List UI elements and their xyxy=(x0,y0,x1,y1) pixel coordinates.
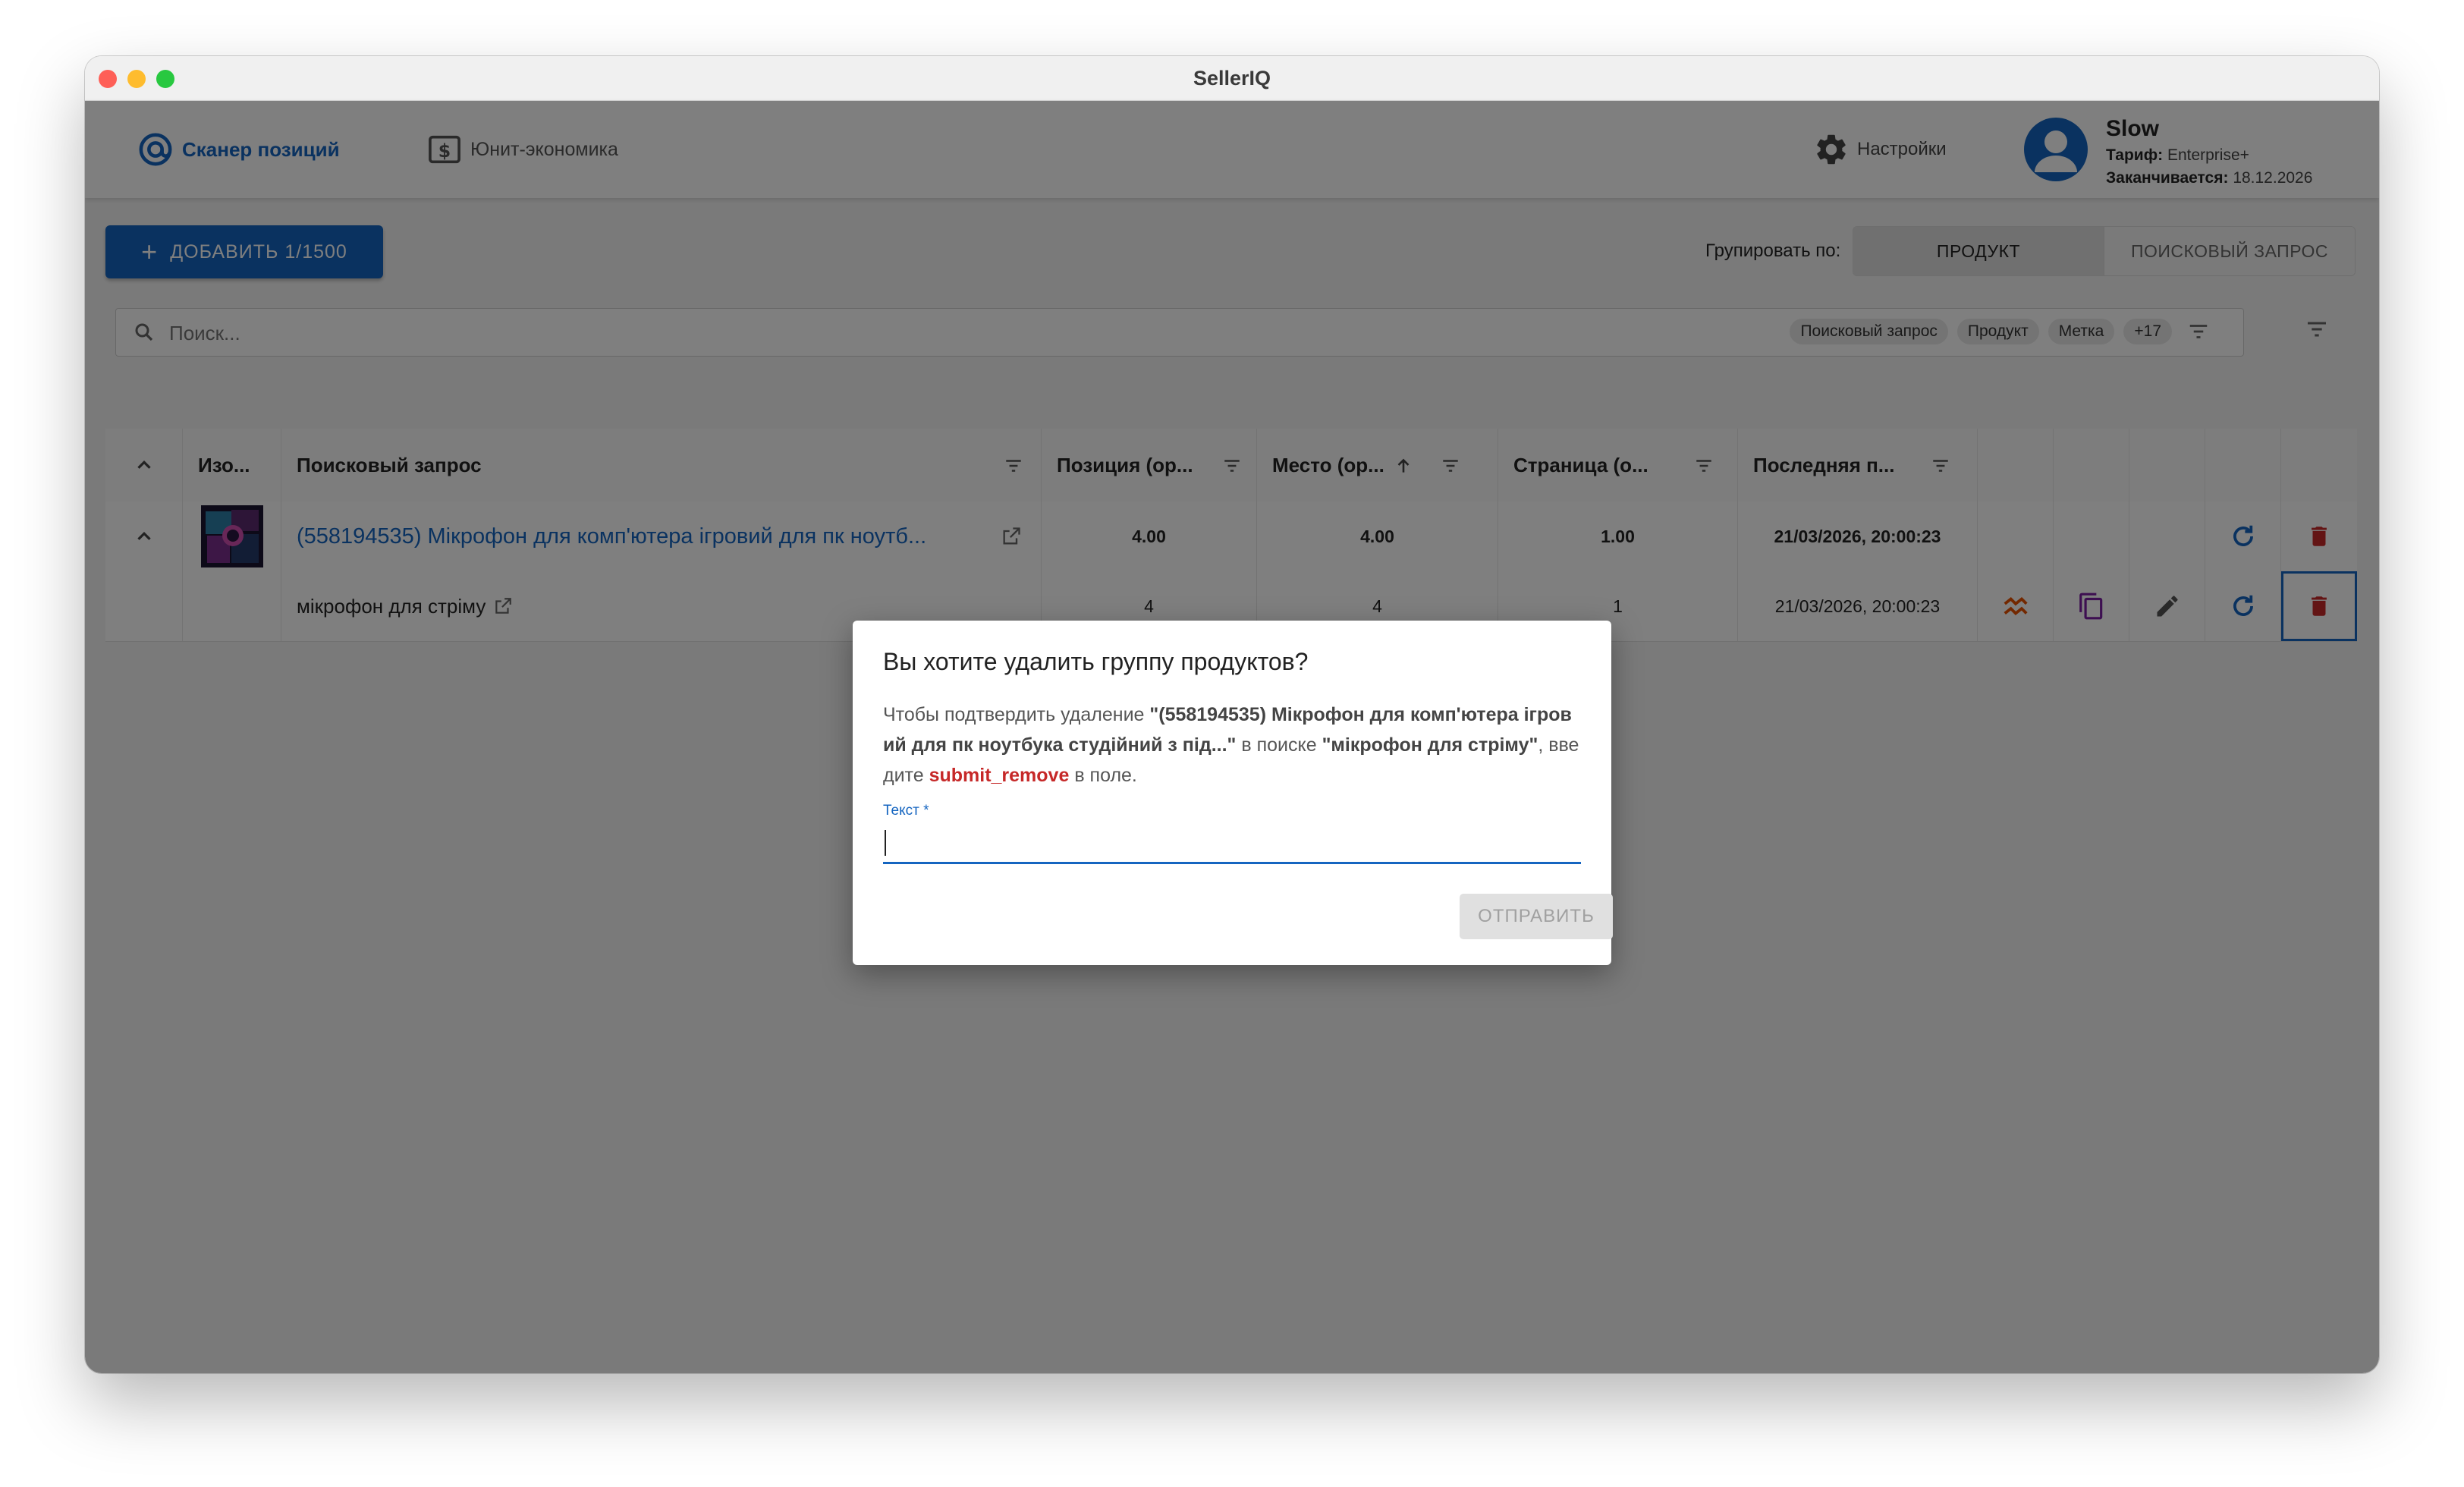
message-middle: в поиске xyxy=(1236,734,1322,756)
text-field-label: Текст * xyxy=(883,803,929,819)
window-title: SellerIQ xyxy=(1193,67,1271,90)
delete-confirm-dialog: Вы хотите удалить группу продуктов? Чтоб… xyxy=(853,621,1613,965)
app-content: Сканер позиций $ Юнит-экономика Настройк… xyxy=(85,101,2379,1373)
message-suffix: в поле. xyxy=(1069,765,1137,786)
message-prefix: Чтобы подтвердить удаление xyxy=(883,704,1150,725)
title-bar: SellerIQ xyxy=(85,56,2379,101)
app-window: SellerIQ Сканер позиций $ Юнит-экономика… xyxy=(85,56,2379,1373)
text-cursor xyxy=(885,830,886,856)
message-query: "мікрофон для стріму" xyxy=(1322,734,1538,756)
submit-button[interactable]: ОТПРАВИТЬ xyxy=(1460,894,1613,939)
confirm-keyword: submit_remove xyxy=(929,765,1070,786)
dialog-message: Чтобы подтвердить удаление "(558194535) … xyxy=(883,699,1581,791)
confirm-text-field[interactable] xyxy=(883,824,1581,864)
dialog-title: Вы хотите удалить группу продуктов? xyxy=(883,648,1309,675)
